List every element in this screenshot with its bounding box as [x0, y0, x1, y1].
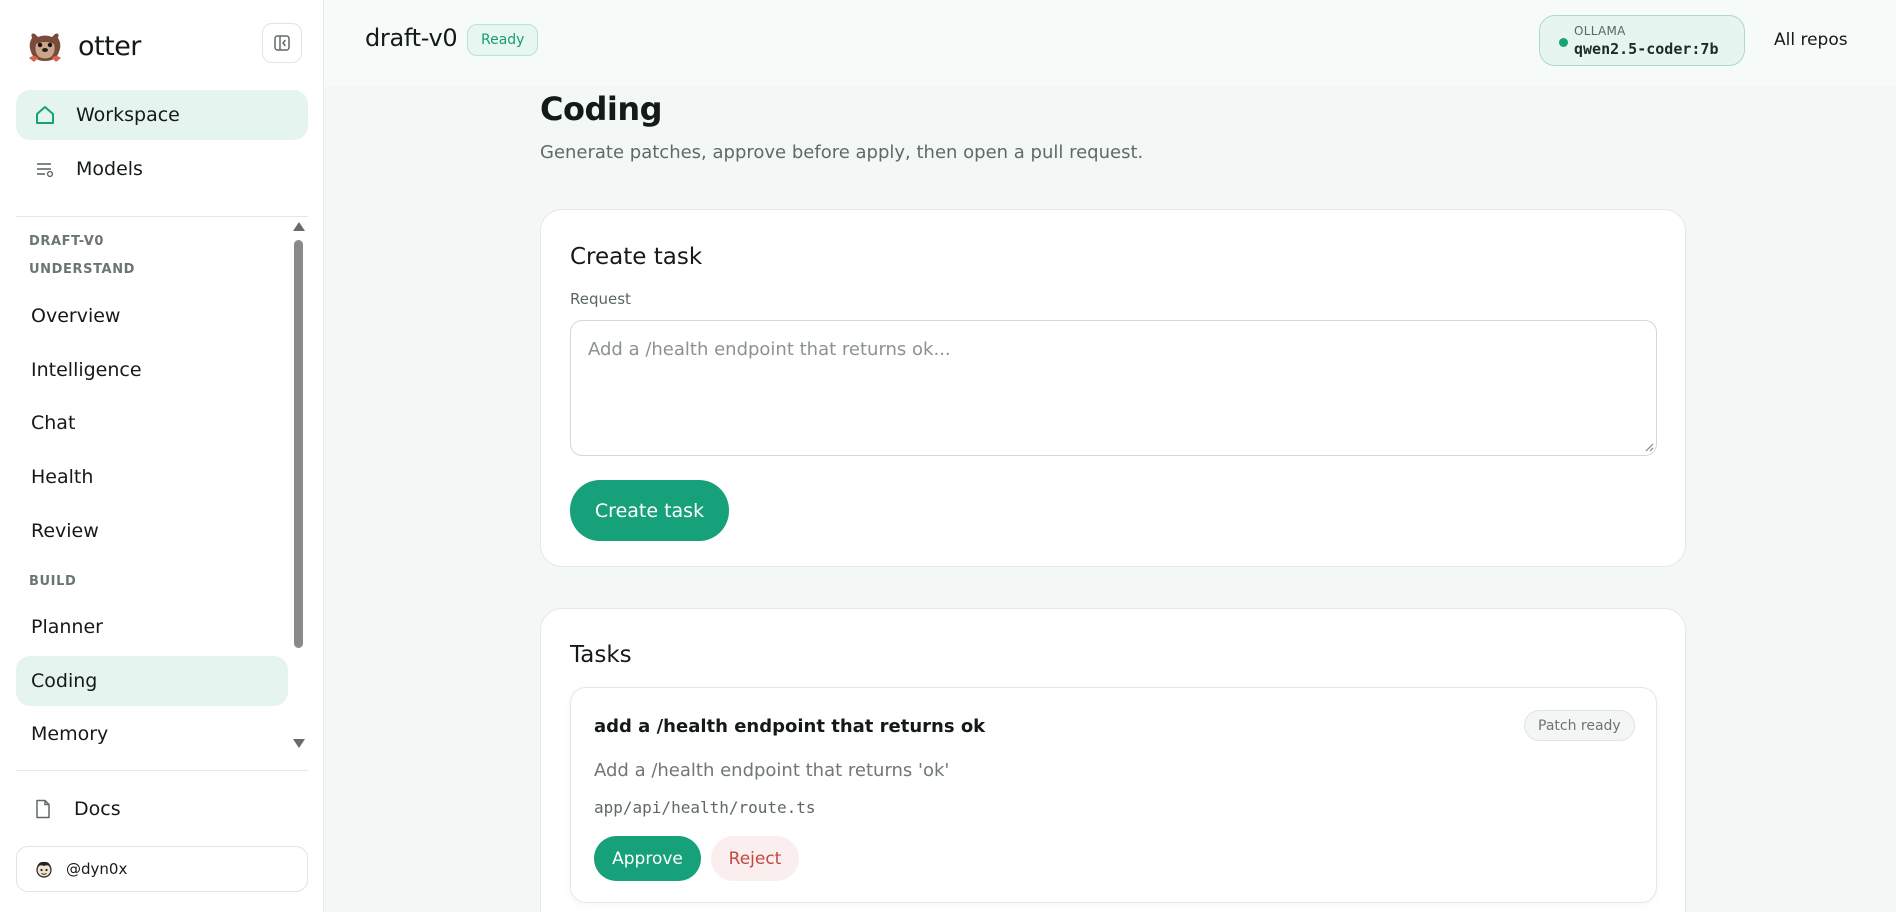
nav-intelligence-label: Intelligence — [31, 359, 142, 381]
nav-review[interactable]: Review — [16, 506, 288, 556]
nav-docs-label: Docs — [74, 798, 121, 820]
models-list-icon — [37, 163, 54, 178]
model-provider: OLLAMA — [1574, 24, 1626, 38]
nav-review-label: Review — [31, 520, 99, 542]
model-selector[interactable]: OLLAMA qwen2.5-coder:7b — [1539, 15, 1745, 66]
sidebar-collapse-icon — [274, 35, 290, 51]
task-title: add a /health endpoint that returns ok — [594, 716, 986, 737]
nav-docs[interactable]: Docs — [16, 784, 308, 834]
tasks-card: Tasks add a /health endpoint that return… — [540, 608, 1686, 912]
username: @dyn0x — [66, 860, 128, 878]
scroll-up-arrow-icon[interactable] — [293, 222, 305, 231]
top-header: draft-v0 Ready OLLAMA qwen2.5-coder:7b A… — [325, 0, 1896, 86]
task-file-path: app/api/health/route.ts — [594, 798, 816, 817]
project-nav: DRAFT-V0 UNDERSTAND Overview Intelligenc… — [0, 220, 324, 750]
task-description: Add a /health endpoint that returns 'ok' — [594, 760, 950, 781]
brand-name: otter — [78, 30, 141, 62]
nav-workspace[interactable]: Workspace — [16, 90, 308, 140]
nav-coding-label: Coding — [31, 670, 98, 692]
status-badge: Ready — [467, 24, 539, 56]
otter-logo-icon — [29, 33, 61, 62]
scroll-down-arrow-icon[interactable] — [293, 739, 305, 748]
page-title: Coding — [540, 90, 663, 128]
document-icon — [36, 799, 50, 819]
user-avatar-icon — [36, 861, 52, 878]
collapse-sidebar-button[interactable] — [262, 23, 302, 63]
nav-workspace-label: Workspace — [76, 104, 180, 126]
resize-handle-icon[interactable] — [1644, 442, 1654, 452]
model-name: qwen2.5-coder:7b — [1574, 40, 1719, 58]
nav-intelligence[interactable]: Intelligence — [16, 345, 288, 395]
nav-overview[interactable]: Overview — [16, 291, 288, 341]
request-label: Request — [570, 290, 631, 308]
sidebar-divider-bottom — [16, 770, 308, 771]
nav-health-label: Health — [31, 466, 94, 488]
create-task-button[interactable]: Create task — [570, 480, 729, 541]
sidebar-divider — [16, 216, 308, 217]
create-task-title: Create task — [570, 244, 703, 270]
nav-coding[interactable]: Coding — [16, 656, 288, 706]
nav-models[interactable]: Models — [16, 144, 308, 194]
task-status-badge: Patch ready — [1524, 710, 1635, 741]
task-item[interactable]: add a /health endpoint that returns ok P… — [570, 687, 1657, 903]
nav-memory[interactable]: Memory — [16, 709, 288, 750]
nav-overview-label: Overview — [31, 305, 121, 327]
nav-planner-label: Planner — [31, 616, 103, 638]
build-section-label: BUILD — [29, 574, 77, 589]
model-status-dot-icon — [1559, 38, 1568, 47]
user-card[interactable]: @dyn0x — [16, 846, 308, 892]
nav-models-label: Models — [76, 158, 143, 180]
nav-memory-label: Memory — [31, 723, 109, 745]
scrollbar-thumb[interactable] — [294, 240, 303, 648]
brand[interactable]: otter — [26, 28, 141, 64]
home-icon — [36, 106, 54, 124]
understand-section-label: UNDERSTAND — [29, 262, 136, 277]
request-input[interactable] — [570, 320, 1657, 456]
nav-chat[interactable]: Chat — [16, 398, 288, 448]
reject-button[interactable]: Reject — [711, 836, 799, 881]
create-task-card: Create task Request Create task — [540, 209, 1686, 567]
approve-button[interactable]: Approve — [594, 836, 701, 881]
nav-health[interactable]: Health — [16, 452, 288, 502]
nav-chat-label: Chat — [31, 412, 76, 434]
nav-planner[interactable]: Planner — [16, 602, 288, 652]
project-name: draft-v0 — [365, 24, 458, 52]
all-repos-link[interactable]: All repos — [1774, 30, 1848, 50]
sidebar: otter Workspace Models DRAFT-V0 UNDERSTA… — [0, 0, 324, 912]
primary-nav: Workspace Models — [16, 90, 308, 198]
page-subtitle: Generate patches, approve before apply, … — [540, 142, 1144, 163]
project-label: DRAFT-V0 — [29, 234, 105, 249]
sidebar-scrollbar[interactable] — [292, 222, 305, 748]
tasks-title: Tasks — [570, 642, 632, 668]
